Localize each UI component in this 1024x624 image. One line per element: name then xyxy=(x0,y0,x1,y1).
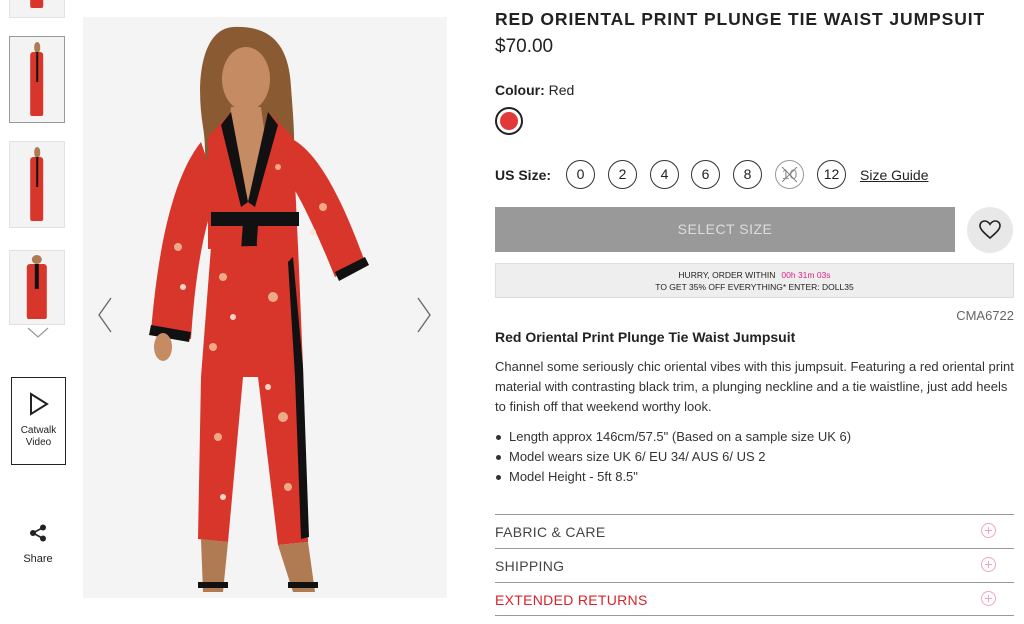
size-option-12[interactable]: 12 xyxy=(817,160,846,189)
list-item: Length approx 146cm/57.5" (Based on a sa… xyxy=(495,427,1015,447)
share-label: Share xyxy=(23,553,53,565)
thumbnail-image[interactable] xyxy=(9,36,65,123)
description-title: Red Oriental Print Plunge Tie Waist Jump… xyxy=(495,329,796,345)
size-option-8[interactable]: 8 xyxy=(733,160,762,189)
plus-icon[interactable] xyxy=(981,591,996,606)
colour-value: Red xyxy=(548,82,575,98)
accordion-label: FABRIC & CARE xyxy=(495,524,606,540)
catwalk-video-button[interactable]: Catwalk Video xyxy=(11,377,66,465)
catwalk-label-2: Video xyxy=(25,437,52,448)
main-product-image[interactable] xyxy=(83,17,447,598)
size-guide-link[interactable]: Size Guide xyxy=(860,167,928,183)
thumbnail-column: Catwalk Video Share xyxy=(0,0,76,624)
model-photo xyxy=(149,26,369,592)
product-price: $70.00 xyxy=(495,36,554,57)
size-selector: US Size: 0 2 4 6 8 10 12 Size Guide xyxy=(495,160,1015,190)
description-body: Channel some seriously chic oriental vib… xyxy=(495,359,1014,414)
previous-image-arrow-icon[interactable] xyxy=(97,296,113,334)
wishlist-button[interactable] xyxy=(967,207,1013,253)
accordion-label: SHIPPING xyxy=(495,558,565,574)
size-option-4[interactable]: 4 xyxy=(650,160,679,189)
colour-row: Colour: Red xyxy=(495,82,574,98)
size-option-2[interactable]: 2 xyxy=(608,160,637,189)
promo-banner: HURRY, ORDER WITHIN 00h 31m 03s TO GET 35… xyxy=(495,263,1014,298)
size-option-6[interactable]: 6 xyxy=(691,160,720,189)
product-title: RED ORIENTAL PRINT PLUNGE TIE WAIST JUMP… xyxy=(495,9,986,29)
product-code: CMA6722 xyxy=(956,308,1014,323)
description-bullets: Length approx 146cm/57.5" (Based on a sa… xyxy=(495,427,1015,487)
colour-label: Colour: xyxy=(495,82,545,98)
promo-line-1: HURRY, ORDER WITHIN xyxy=(678,270,776,280)
thumbnail-image[interactable] xyxy=(9,250,65,325)
size-option-0[interactable]: 0 xyxy=(566,160,595,189)
size-label: US Size: xyxy=(495,167,552,183)
list-item: Model Height - 5ft 8.5" xyxy=(495,467,1015,487)
accordion-shipping[interactable]: SHIPPING xyxy=(495,548,1014,582)
list-item: Model wears size UK 6/ EU 34/ AUS 6/ US … xyxy=(495,447,1015,467)
promo-timer: 00h 31m 03s xyxy=(781,270,831,280)
select-size-button[interactable]: SELECT SIZE xyxy=(495,207,955,252)
promo-line-2: TO GET 35% OFF EVERYTHING* ENTER: DOLL35 xyxy=(655,282,854,292)
share-icon xyxy=(30,524,46,542)
accordion-fabric-care[interactable]: FABRIC & CARE xyxy=(495,514,1014,548)
chevron-down-icon[interactable] xyxy=(26,326,50,340)
colour-swatch-red[interactable] xyxy=(495,107,523,135)
catwalk-label: Catwalk xyxy=(20,425,57,436)
play-icon xyxy=(29,392,49,416)
size-option-10-unavailable: 10 xyxy=(775,160,804,189)
thumbnail-image[interactable] xyxy=(9,0,65,18)
accordion-extended-returns[interactable]: EXTENDED RETURNS xyxy=(495,582,1014,616)
plus-icon[interactable] xyxy=(981,557,996,572)
next-image-arrow-icon[interactable] xyxy=(416,296,432,334)
accordion-label: EXTENDED RETURNS xyxy=(495,592,648,608)
thumbnail-image[interactable] xyxy=(9,141,65,228)
swatch-fill xyxy=(500,112,518,130)
share-button[interactable]: Share xyxy=(18,524,58,565)
heart-icon xyxy=(979,220,1001,240)
plus-icon[interactable] xyxy=(981,523,996,538)
